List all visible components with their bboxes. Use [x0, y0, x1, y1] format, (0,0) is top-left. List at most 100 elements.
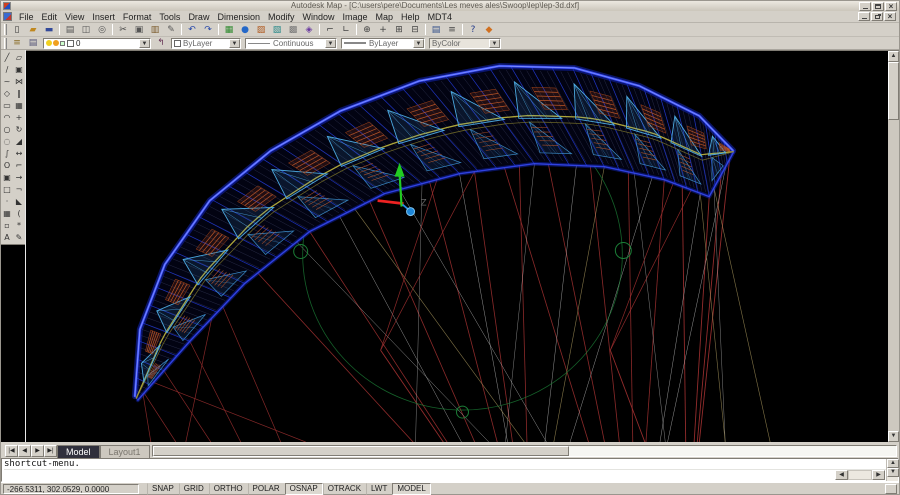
- make-layer-current-button[interactable]: ↰: [153, 37, 169, 49]
- tab-next-button[interactable]: ▶: [31, 445, 44, 457]
- layer-combo[interactable]: 0 ▼: [43, 38, 151, 49]
- command-scroll-down-icon[interactable]: ▼: [887, 468, 899, 477]
- construction-line-button[interactable]: ∕: [1, 63, 13, 75]
- circle-button[interactable]: ○: [1, 123, 13, 135]
- tab-model[interactable]: Model: [57, 445, 100, 458]
- ellipse-button[interactable]: O: [1, 159, 13, 171]
- menu-draw[interactable]: Draw: [184, 11, 213, 23]
- minimize-button[interactable]: [859, 2, 871, 11]
- zoom-window-button[interactable]: ⊞: [391, 24, 407, 36]
- rectangle-button[interactable]: ▭: [1, 99, 13, 111]
- map-query-save-button[interactable]: ▩: [285, 24, 301, 36]
- save-button[interactable]: ▬: [41, 24, 57, 36]
- zoom-realtime-button[interactable]: ⊕: [359, 24, 375, 36]
- pan-realtime-button[interactable]: +: [375, 24, 391, 36]
- rotate-button[interactable]: ↻: [13, 123, 25, 135]
- menu-tools[interactable]: Tools: [155, 11, 184, 23]
- status-toggle-grid[interactable]: GRID: [179, 483, 209, 495]
- status-toggle-otrack[interactable]: OTRACK: [323, 483, 366, 495]
- layer-dropdown-icon[interactable]: ▼: [139, 39, 150, 48]
- toolbar-grip[interactable]: [4, 24, 7, 35]
- fillet-button[interactable]: (: [13, 207, 25, 219]
- region-button[interactable]: ▫: [1, 219, 13, 231]
- match-properties-button[interactable]: ✎: [163, 24, 179, 36]
- trim-button[interactable]: ⌐: [13, 159, 25, 171]
- tab-layout1[interactable]: Layout1: [100, 445, 150, 458]
- menu-mdt4[interactable]: MDT4: [424, 11, 457, 23]
- tab-previous-button[interactable]: ◀: [18, 445, 31, 457]
- map-workspace-button[interactable]: ▦: [221, 24, 237, 36]
- line-button[interactable]: ╱: [1, 51, 13, 63]
- polyline-button[interactable]: ~: [1, 75, 13, 87]
- command-window[interactable]: shortcut-menu. ▲ ▼ ◀ ▶: [1, 458, 899, 482]
- array-button[interactable]: ▦: [13, 99, 25, 111]
- map-query-define-button[interactable]: ▨: [253, 24, 269, 36]
- hatch-button[interactable]: ▦: [1, 207, 13, 219]
- chamfer-button[interactable]: ◣: [13, 195, 25, 207]
- find-button[interactable]: ◎: [94, 24, 110, 36]
- move-button[interactable]: +: [13, 111, 25, 123]
- menu-modify[interactable]: Modify: [264, 11, 299, 23]
- new-button[interactable]: ▯: [9, 24, 25, 36]
- mirror-button[interactable]: ⋈: [13, 75, 25, 87]
- polygon-button[interactable]: ◇: [1, 87, 13, 99]
- multiline-text-button[interactable]: A: [1, 231, 13, 243]
- explode-button[interactable]: *: [13, 219, 25, 231]
- menu-dimension[interactable]: Dimension: [213, 11, 264, 23]
- paste-button[interactable]: ▥: [147, 24, 163, 36]
- scale-button[interactable]: ◢: [13, 135, 25, 147]
- open-button[interactable]: ▰: [25, 24, 41, 36]
- ortho-snap-button[interactable]: ∟: [338, 24, 354, 36]
- command-input-line[interactable]: [4, 470, 886, 481]
- maximize-button[interactable]: [872, 2, 884, 11]
- command-scroll-right-icon[interactable]: ▶: [872, 470, 885, 480]
- status-toggle-ortho[interactable]: ORTHO: [209, 483, 248, 495]
- menu-window[interactable]: Window: [299, 11, 339, 23]
- menu-file[interactable]: File: [15, 11, 38, 23]
- break-button[interactable]: ¬: [13, 183, 25, 195]
- extend-button[interactable]: →: [13, 171, 25, 183]
- copy-button[interactable]: ▣: [131, 24, 147, 36]
- layers-button[interactable]: ≡: [9, 37, 25, 49]
- layer-states-button[interactable]: ▤: [25, 37, 41, 49]
- menu-image[interactable]: Image: [339, 11, 372, 23]
- spline-button[interactable]: ∫: [1, 147, 13, 159]
- status-toggle-lwt[interactable]: LWT: [366, 483, 392, 495]
- command-scroll-up-icon[interactable]: ▲: [887, 459, 899, 468]
- erase-button[interactable]: ▱: [13, 51, 25, 63]
- status-toggle-model[interactable]: MODEL: [392, 483, 430, 495]
- command-horizontal-scrollbar[interactable]: ◀ ▶: [835, 470, 885, 480]
- linetype-dropdown-icon[interactable]: ▼: [325, 39, 336, 48]
- menu-edit[interactable]: Edit: [38, 11, 62, 23]
- offset-button[interactable]: ‖: [13, 87, 25, 99]
- redo-button[interactable]: ↷: [200, 24, 216, 36]
- tab-first-button[interactable]: |◀: [5, 445, 18, 457]
- menu-format[interactable]: Format: [119, 11, 156, 23]
- scroll-down-icon[interactable]: ▼: [888, 431, 899, 442]
- lineweight-dropdown-icon[interactable]: ▼: [413, 39, 424, 48]
- linetype-combo[interactable]: Continuous ▼: [245, 38, 337, 49]
- canvas-horizontal-scrollbar[interactable]: [152, 445, 897, 457]
- hscroll-thumb[interactable]: [153, 446, 569, 456]
- tab-last-button[interactable]: ▶|: [44, 445, 57, 457]
- dbconnect-button[interactable]: ≡: [444, 24, 460, 36]
- make-block-button[interactable]: □: [1, 183, 13, 195]
- status-toggle-polar[interactable]: POLAR: [248, 483, 285, 495]
- sketch-button[interactable]: ✎: [13, 231, 25, 243]
- status-toggle-snap[interactable]: SNAP: [147, 483, 179, 495]
- menu-view[interactable]: View: [61, 11, 88, 23]
- mdi-close-button[interactable]: ×: [884, 12, 896, 21]
- revision-cloud-button[interactable]: ◌: [1, 135, 13, 147]
- mdi-restore-button[interactable]: [871, 12, 883, 21]
- menu-map[interactable]: Map: [372, 11, 398, 23]
- arc-button[interactable]: ◠: [1, 111, 13, 123]
- color-combo[interactable]: ByLayer ▼: [171, 38, 241, 49]
- lineweight-combo[interactable]: ByLayer ▼: [341, 38, 425, 49]
- color-dropdown-icon[interactable]: ▼: [229, 39, 240, 48]
- scroll-thumb[interactable]: [888, 62, 899, 120]
- menu-help[interactable]: Help: [397, 11, 424, 23]
- copy-object-button[interactable]: ▣: [13, 63, 25, 75]
- canvas-vertical-scrollbar[interactable]: ▲ ▼: [888, 50, 899, 442]
- print-preview-button[interactable]: ◫: [78, 24, 94, 36]
- insert-block-button[interactable]: ▣: [1, 171, 13, 183]
